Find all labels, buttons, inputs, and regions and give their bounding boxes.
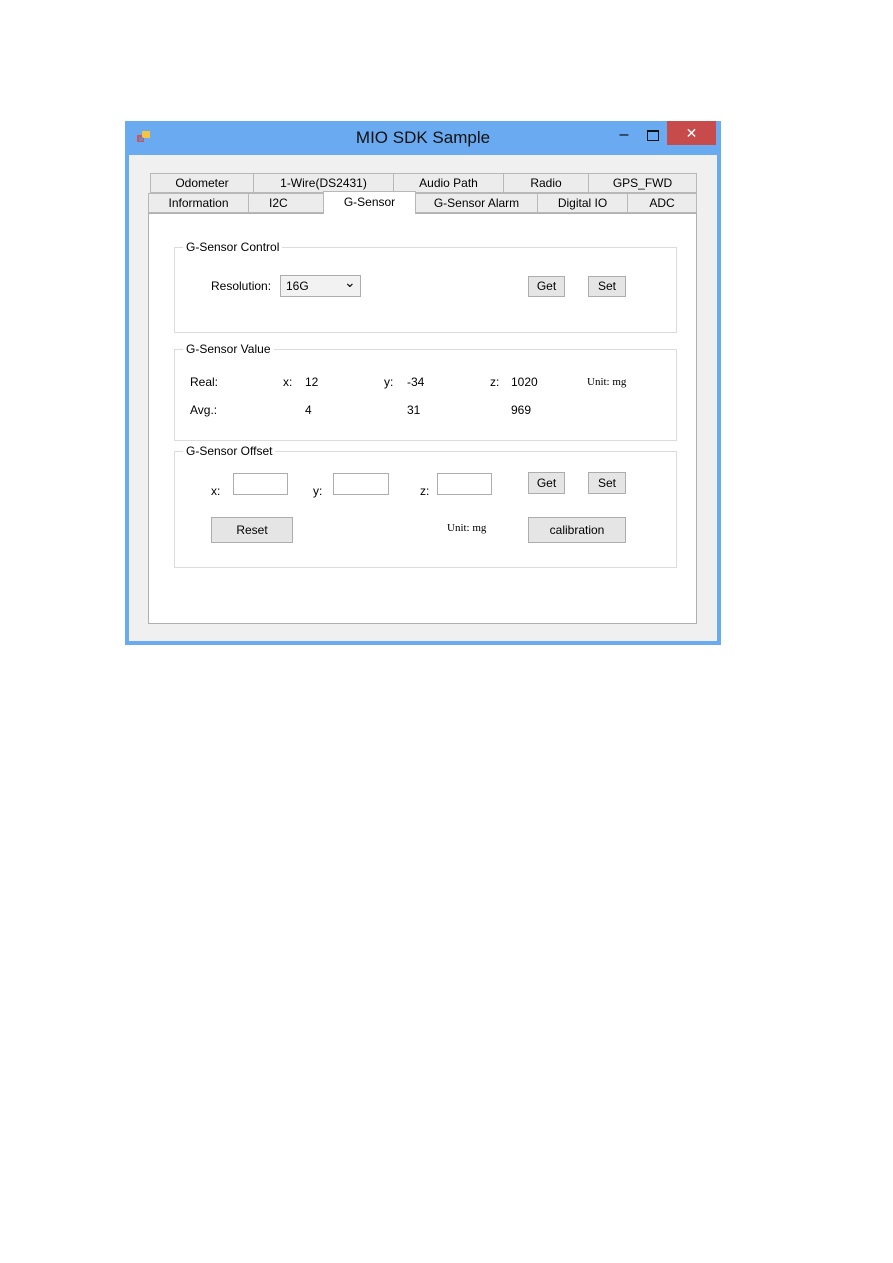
tab-i2c[interactable]: I2C — [248, 193, 324, 213]
app-icon — [137, 131, 150, 142]
maximize-icon — [647, 130, 659, 141]
offset-z-input[interactable] — [437, 473, 492, 495]
g-sensor-offset-group: G-Sensor Offset — [174, 444, 677, 568]
real-x-value: 12 — [305, 375, 319, 389]
real-z-label: z: — [490, 375, 500, 389]
offset-y-label: y: — [313, 484, 323, 498]
chevron-down-icon: ⌄ — [344, 274, 356, 290]
group-legend: G-Sensor Value — [183, 342, 274, 356]
tab-audio-path[interactable]: Audio Path — [393, 173, 504, 193]
group-legend: G-Sensor Offset — [183, 444, 276, 458]
minimize-button[interactable]: – — [611, 125, 637, 147]
avg-label: Avg.: — [190, 403, 218, 417]
tab-odometer[interactable]: Odometer — [150, 173, 254, 193]
real-x-label: x: — [283, 375, 293, 389]
offset-x-input[interactable] — [233, 473, 288, 495]
real-y-value: -34 — [407, 375, 425, 389]
tab-information[interactable]: Information — [148, 193, 249, 213]
value-unit-label: Unit: mg — [587, 376, 627, 388]
real-label: Real: — [190, 375, 219, 389]
tab-gps-fwd[interactable]: GPS_FWD — [588, 173, 697, 193]
offset-set-button[interactable]: Set — [588, 472, 626, 494]
tab-radio[interactable]: Radio — [503, 173, 589, 193]
control-get-button[interactable]: Get — [528, 276, 565, 297]
avg-x-value: 4 — [305, 403, 312, 417]
tab-digital-io[interactable]: Digital IO — [537, 193, 628, 213]
offset-z-label: z: — [420, 484, 430, 498]
control-set-button[interactable]: Set — [588, 276, 626, 297]
resolution-label: Resolution: — [211, 279, 272, 293]
avg-y-value: 31 — [407, 403, 421, 417]
g-sensor-value-group: G-Sensor Value — [174, 342, 677, 441]
resolution-value: 16G — [286, 279, 309, 293]
reset-button[interactable]: Reset — [211, 517, 293, 543]
group-legend: G-Sensor Control — [183, 240, 283, 254]
real-y-label: y: — [384, 375, 394, 389]
tab-1-wire[interactable]: 1-Wire(DS2431) — [253, 173, 394, 193]
offset-x-label: x: — [211, 484, 221, 498]
calibration-button[interactable]: calibration — [528, 517, 626, 543]
maximize-button[interactable] — [639, 125, 665, 147]
offset-unit-label: Unit: mg — [447, 522, 487, 534]
avg-z-value: 969 — [511, 403, 532, 417]
resolution-select[interactable]: 16G ⌄ — [280, 274, 361, 297]
real-z-value: 1020 — [511, 375, 538, 389]
tab-g-sensor-alarm[interactable]: G-Sensor Alarm — [415, 193, 538, 213]
tab-g-sensor[interactable]: G-Sensor — [323, 191, 416, 214]
offset-y-input[interactable] — [333, 473, 389, 495]
close-button[interactable]: ✕ — [667, 121, 716, 145]
offset-get-button[interactable]: Get — [528, 472, 565, 494]
tab-adc[interactable]: ADC — [627, 193, 697, 213]
